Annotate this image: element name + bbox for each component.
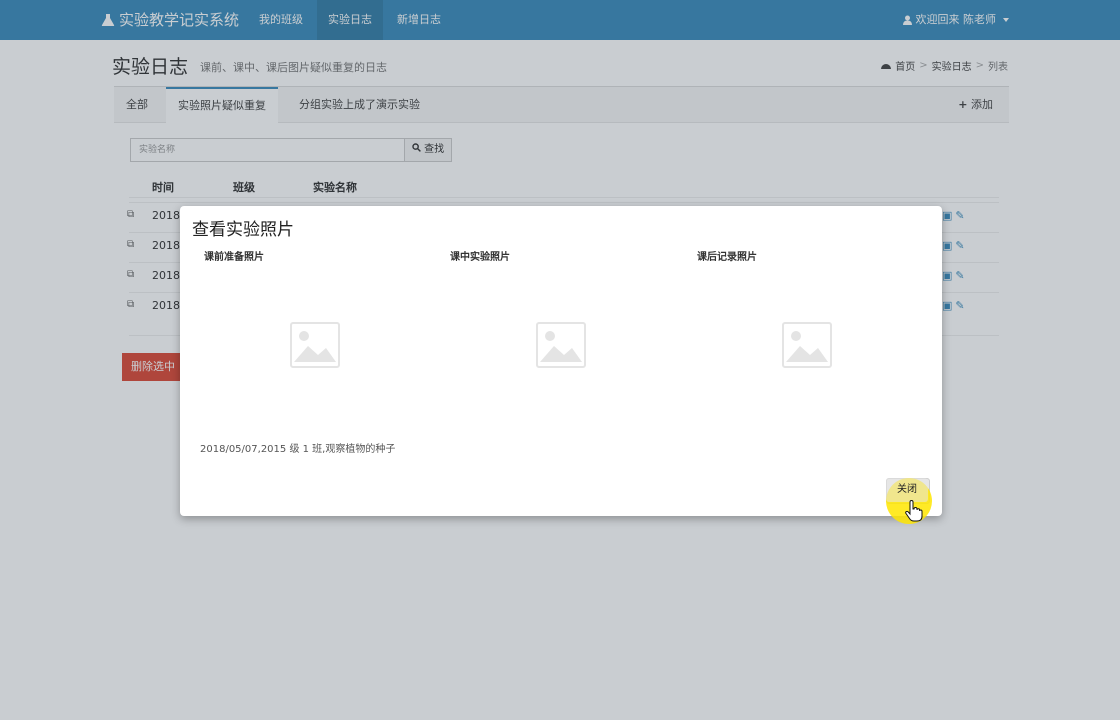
label-after-class-photo: 课后记录照片 xyxy=(697,252,757,263)
photo-caption: 2018/05/07,2015 级 1 班,观察植物的种子 xyxy=(200,444,396,455)
image-placeholder-icon[interactable] xyxy=(290,322,340,368)
close-button-label[interactable]: 关闭 xyxy=(886,478,928,502)
photo-modal: 查看实验照片 课前准备照片 课中实验照片 课后记录照片 2018/05/07,2… xyxy=(180,206,942,516)
image-placeholder-icon[interactable] xyxy=(536,322,586,368)
modal-title: 查看实验照片 xyxy=(192,220,294,240)
label-in-class-photo: 课中实验照片 xyxy=(450,252,510,263)
hand-pointer-icon xyxy=(905,500,923,522)
label-before-class-photo: 课前准备照片 xyxy=(204,252,264,263)
image-placeholder-icon[interactable] xyxy=(782,322,832,368)
